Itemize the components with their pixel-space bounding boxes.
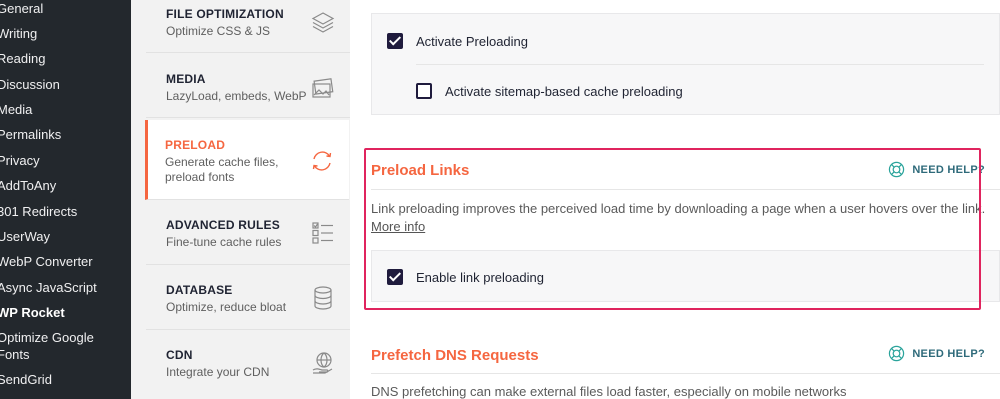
nav-item-subtitle-2: preload fonts bbox=[165, 170, 235, 184]
wp-menu-item-fonts[interactable]: Fonts bbox=[0, 347, 30, 362]
prefetch-dns-title: Prefetch DNS Requests bbox=[371, 347, 539, 364]
activate-preloading-label: Activate Preloading bbox=[416, 34, 529, 49]
prefetch-dns-need-help-link[interactable]: NEED HELP? bbox=[889, 345, 985, 362]
wp-menu-item-optimize-google[interactable]: Optimize Google bbox=[0, 330, 94, 345]
layers-icon bbox=[310, 10, 336, 36]
sitemap-preloading-label: Activate sitemap-based cache preloading bbox=[445, 84, 683, 99]
wp-menu-item-general[interactable]: General bbox=[0, 1, 43, 16]
need-help-label: NEED HELP? bbox=[912, 164, 985, 176]
nav-item-subtitle: Optimize CSS & JS bbox=[166, 24, 271, 38]
nav-item-advanced-rules[interactable]: ADVANCED RULES Fine-tune cache rules bbox=[146, 200, 350, 265]
preload-links-title: Preload Links bbox=[371, 162, 470, 179]
card-divider bbox=[416, 64, 984, 65]
prefetch-dns-description: DNS prefetching can make external files … bbox=[371, 384, 847, 399]
rocket-section-nav: FILE OPTIMIZATION Optimize CSS & JS MEDI… bbox=[131, 0, 350, 399]
nav-item-subtitle: Integrate your CDN bbox=[166, 365, 270, 379]
nav-item-database[interactable]: DATABASE Optimize, reduce bloat bbox=[146, 265, 350, 330]
wp-menu-item-wp-rocket[interactable]: WP Rocket bbox=[0, 305, 65, 320]
wp-menu-item-writing[interactable]: Writing bbox=[0, 26, 37, 41]
preload-links-description: Link preloading improves the perceived l… bbox=[371, 201, 986, 216]
link-preloading-card: Enable link preloading bbox=[371, 250, 1000, 302]
nav-item-cdn[interactable]: CDN Integrate your CDN bbox=[146, 330, 350, 399]
nav-item-title: PRELOAD bbox=[165, 138, 226, 152]
preload-links-need-help-link[interactable]: NEED HELP? bbox=[889, 161, 985, 178]
wp-menu-item-webp-converter[interactable]: WebP Converter bbox=[0, 254, 93, 269]
wp-menu-item-media[interactable]: Media bbox=[0, 102, 32, 117]
globe-hand-icon bbox=[310, 350, 336, 376]
wp-menu-item-permalinks[interactable]: Permalinks bbox=[0, 127, 61, 142]
refresh-icon bbox=[309, 148, 335, 174]
preload-options-card: Activate Preloading Activate sitemap-bas… bbox=[371, 13, 1000, 115]
more-info-link[interactable]: More info bbox=[371, 219, 425, 234]
wp-menu-item-301-redirects[interactable]: 301 Redirects bbox=[0, 204, 77, 219]
wp-menu-item-reading[interactable]: Reading bbox=[0, 51, 45, 66]
wp-menu-item-userway[interactable]: UserWay bbox=[0, 229, 50, 244]
nav-item-title: FILE OPTIMIZATION bbox=[166, 7, 284, 21]
enable-link-preloading-checkbox[interactable] bbox=[387, 269, 403, 285]
nav-item-title: MEDIA bbox=[166, 72, 206, 86]
nav-item-subtitle: Optimize, reduce bloat bbox=[166, 300, 287, 314]
nav-item-title: DATABASE bbox=[166, 283, 233, 297]
wp-menu-item-discussion[interactable]: Discussion bbox=[0, 77, 60, 92]
wp-menu-item-sendgrid[interactable]: SendGrid bbox=[0, 372, 52, 387]
nav-item-subtitle: LazyLoad, embeds, WebP bbox=[166, 89, 307, 103]
nav-item-media[interactable]: MEDIA LazyLoad, embeds, WebP bbox=[146, 53, 350, 118]
nav-item-title: ADVANCED RULES bbox=[166, 218, 280, 232]
activate-preloading-checkbox[interactable] bbox=[387, 33, 403, 49]
nav-item-preload[interactable]: PRELOAD Generate cache files, preload fo… bbox=[145, 120, 349, 200]
main-content: Activate Preloading Activate sitemap-bas… bbox=[350, 0, 1000, 399]
nav-item-title: CDN bbox=[166, 348, 193, 362]
wp-menu-item-privacy[interactable]: Privacy bbox=[0, 153, 40, 168]
nav-item-file-optimization[interactable]: FILE OPTIMIZATION Optimize CSS & JS bbox=[146, 0, 350, 53]
nav-item-subtitle: Fine-tune cache rules bbox=[166, 235, 282, 249]
lifebuoy-icon bbox=[889, 345, 905, 362]
enable-link-preloading-label: Enable link preloading bbox=[416, 270, 544, 285]
nav-item-subtitle: Generate cache files, bbox=[165, 155, 279, 169]
section-divider bbox=[371, 189, 1000, 190]
wp-menu-item-addtoany[interactable]: AddToAny bbox=[0, 178, 56, 193]
wp-admin-sidebar: General Writing Reading Discussion Media… bbox=[0, 0, 131, 399]
lifebuoy-icon bbox=[889, 161, 905, 178]
need-help-label: NEED HELP? bbox=[912, 348, 985, 360]
sitemap-preloading-checkbox[interactable] bbox=[416, 83, 432, 99]
section-divider bbox=[371, 373, 1000, 374]
wp-menu-item-async-javascript[interactable]: Async JavaScript bbox=[0, 280, 97, 295]
database-icon bbox=[310, 285, 336, 311]
images-icon bbox=[310, 75, 336, 101]
checklist-icon bbox=[310, 220, 336, 246]
